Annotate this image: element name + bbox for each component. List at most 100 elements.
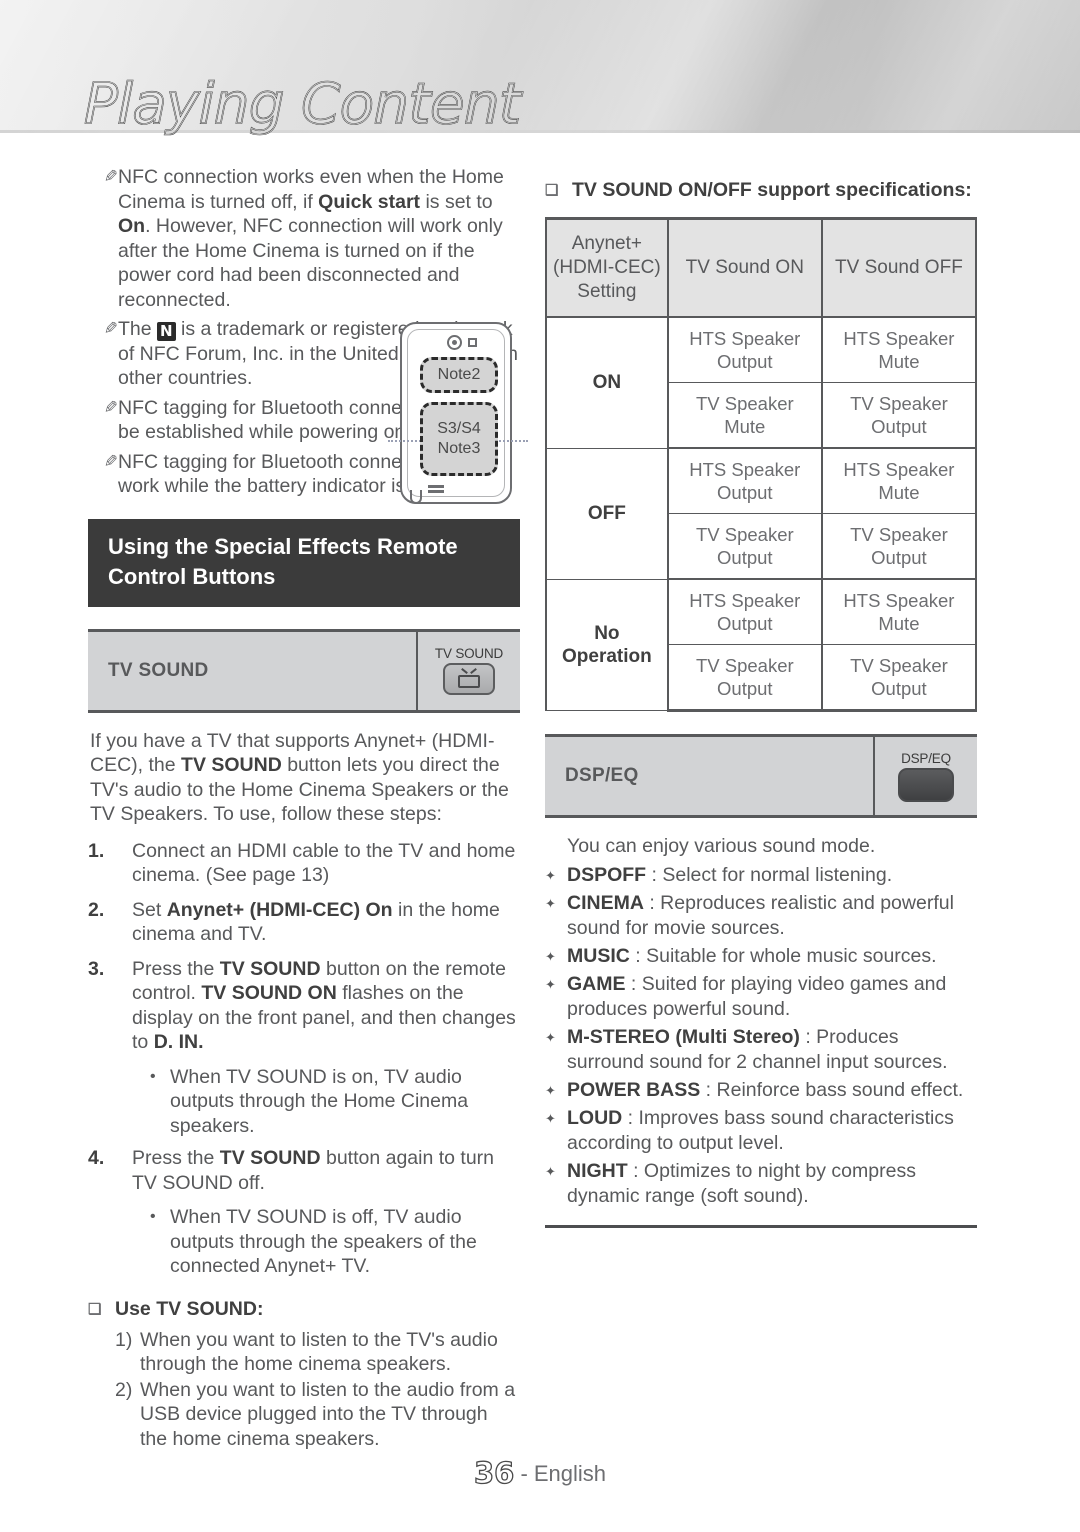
right-column: ❑ TV SOUND ON/OFF support specifications…	[545, 178, 978, 1228]
table-cell-tv-sound-off: HTS Speaker Mute	[820, 448, 978, 514]
nfc-tag-s3s4-label: S3/S4	[437, 420, 481, 437]
step-sub-text: When TV SOUND is off, TV audio outputs t…	[170, 1206, 477, 1277]
use-tv-sound-heading-text: Use TV SOUND:	[115, 1297, 264, 1320]
pencil-icon: ✎	[103, 397, 118, 417]
sound-mode-item: ✦ POWER BASS : Reinforce bass sound effec…	[545, 1078, 977, 1103]
section-heading: Using the Special Effects Remote Control…	[88, 518, 520, 607]
sound-mode-text: M-STEREO (Multi Stereo) : Produces surro…	[567, 1026, 948, 1073]
nfc-tag-area-s3s4: S3/S4 Note3	[420, 402, 498, 476]
step-item: 4. Press the TV SOUND button again to tur…	[88, 1146, 520, 1195]
step-number: 1.	[88, 839, 105, 862]
step-number: 2.	[88, 898, 105, 921]
step-sub-list: • When TV SOUND is on, TV audio outputs t…	[88, 1065, 520, 1139]
tv-sound-key-button[interactable]	[443, 663, 495, 695]
table-cell-tv-sound-off: HTS Speaker Mute	[820, 317, 978, 383]
sound-mode-item: ✦ MUSIC : Suitable for whole music source…	[545, 944, 977, 969]
col-header-anynet-setting: Anynet+ (HDMI-CEC) Setting	[545, 218, 669, 317]
page-title: Playing Content	[83, 71, 522, 138]
pencil-icon: ✎	[103, 451, 118, 471]
tv-sound-button-strip: TV SOUND TV SOUND	[88, 628, 520, 713]
tv-sound-steps: 1. Connect an HDMI cable to the TV and ho…	[88, 839, 520, 1279]
table-row-header: No Operation	[545, 579, 669, 711]
sound-mode-item: ✦ CINEMA : Reproduces realistic and power…	[545, 891, 977, 941]
step-sub-item: • When TV SOUND is on, TV audio outputs t…	[150, 1065, 520, 1139]
table-row-header: ON	[545, 317, 669, 449]
square-bullet-icon: ❑	[545, 182, 559, 199]
numbered-list-item: 1) When you want to listen to the TV's au…	[115, 1328, 520, 1377]
headphone-jack-icon	[410, 490, 422, 504]
numbered-list-item: 2) When you want to listen to the audio f…	[115, 1378, 520, 1452]
diamond-bullet-icon: ✦	[545, 1164, 556, 1179]
col-header-tv-sound-off: TV Sound OFF	[820, 218, 978, 317]
table-row: OFF HTS Speaker Output HTS Speaker Mute	[545, 448, 978, 580]
step-text: Press the TV SOUND button on the remote …	[132, 957, 516, 1054]
phone-nfc-diagram: Note2 S3/S4 Note3	[388, 322, 528, 504]
page-number: 36	[473, 1455, 515, 1490]
diamond-bullet-icon: ✦	[545, 977, 556, 992]
sound-mode-text: LOUD : Improves bass sound characteristi…	[567, 1107, 954, 1154]
use-tv-sound-list: 1) When you want to listen to the TV's au…	[88, 1328, 520, 1452]
nfc-tag-area-note2: Note2	[420, 357, 498, 393]
pencil-icon: ✎	[103, 319, 118, 338]
table-cell-tv-sound-off: TV Speaker Output	[820, 644, 978, 712]
table-cell-tv-sound-off: HTS Speaker Mute	[820, 579, 978, 645]
table-cell-tv-sound-on: TV Speaker Output	[666, 644, 823, 712]
bottom-divider	[545, 1225, 977, 1228]
list-number: 2)	[115, 1378, 133, 1401]
col-header-tv-sound-on: TV Sound ON	[666, 218, 823, 317]
dspeq-button-strip: DSP/EQ DSP/EQ	[545, 734, 977, 818]
diamond-bullet-icon: ✦	[545, 896, 556, 911]
table-cell-tv-sound-on: TV Speaker Output	[666, 513, 823, 580]
tv-sound-keycap: TV SOUND	[416, 631, 520, 710]
list-number: 1)	[115, 1328, 133, 1351]
sound-mode-item: ✦ GAME : Suited for playing video games a…	[545, 972, 977, 1022]
diamond-bullet-icon: ✦	[545, 1111, 556, 1126]
dspeq-mode-list: ✦ DSPOFF : Select for normal listening. ✦ C…	[545, 863, 977, 1209]
sound-mode-item: ✦ LOUD : Improves bass sound characterist…	[545, 1106, 977, 1156]
bullet-icon: •	[150, 1208, 156, 1225]
sound-mode-text: CINEMA : Reproduces realistic and powerf…	[567, 892, 954, 939]
step-text: Connect an HDMI cable to the TV and home…	[132, 839, 516, 887]
sound-mode-item: ✦ M-STEREO (Multi Stereo) : Produces surr…	[545, 1025, 977, 1075]
step-item: 2. Set Anynet+ (HDMI-CEC) On in the home …	[88, 898, 520, 947]
step-item: 1. Connect an HDMI cable to the TV and ho…	[88, 839, 520, 888]
spec-table-heading-text: TV SOUND ON/OFF support specifications:	[572, 179, 972, 201]
use-tv-sound-heading: ❑ Use TV SOUND:	[88, 1297, 520, 1322]
table-cell-tv-sound-on: HTS Speaker Output	[666, 579, 823, 645]
table-row: ON HTS Speaker Output HTS Speaker Mute	[545, 317, 978, 449]
step-text: Press the TV SOUND button again to turn …	[132, 1147, 495, 1194]
table-row-header: OFF	[545, 448, 669, 580]
step-item: 3. Press the TV SOUND button on the remot…	[88, 957, 520, 1055]
nfc-tag-note2-label: Note2	[437, 366, 481, 383]
dspeq-key-button[interactable]	[898, 767, 954, 802]
note-text: NFC connection works even when the Home …	[118, 166, 504, 311]
table-cell-tv-sound-on: HTS Speaker Output	[666, 448, 823, 514]
sound-mode-text: GAME : Suited for playing video games an…	[567, 973, 947, 1020]
diamond-bullet-icon: ✦	[545, 949, 556, 964]
step-number: 4.	[88, 1147, 105, 1169]
flash-icon	[468, 338, 477, 347]
note-item: ✎ NFC connection works even when the Home…	[88, 165, 520, 312]
camera-icon	[447, 335, 462, 350]
step-sub-list: • When TV SOUND is off, TV audio outputs …	[88, 1205, 520, 1279]
sound-mode-text: POWER BASS : Reinforce bass sound effect…	[567, 1079, 964, 1101]
sound-mode-item: ✦ NIGHT : Optimizes to night by compress …	[545, 1159, 977, 1209]
table-cell-tv-sound-on: HTS Speaker Output	[666, 317, 823, 383]
tv-sound-key-label: TV SOUND	[434, 646, 504, 661]
tv-sound-body-copy: If you have a TV that supports Anynet+ (…	[90, 729, 509, 826]
square-bullet-icon: ❑	[88, 1300, 102, 1318]
pencil-icon: ✎	[103, 167, 118, 186]
spec-table-body: ON HTS Speaker Output HTS Speaker Mute TV Spe…	[545, 317, 978, 712]
tv-sound-strip-label: TV SOUND	[108, 659, 209, 681]
dspeq-keycap: DSP/EQ	[873, 737, 977, 815]
tv-icon	[458, 667, 480, 688]
nfc-tag-note3-label: Note3	[437, 440, 481, 457]
sound-mode-text: NIGHT : Optimizes to night by compress d…	[567, 1160, 916, 1207]
step-sub-text: When TV SOUND is on, TV audio outputs th…	[170, 1065, 469, 1137]
bullet-icon: •	[150, 1067, 156, 1085]
tv-sound-spec-table: Anynet+ (HDMI-CEC) Setting TV Sound ON T…	[545, 217, 978, 712]
list-text: When you want to listen to the audio fro…	[140, 1378, 516, 1450]
step-sub-item: • When TV SOUND is off, TV audio outputs …	[150, 1205, 520, 1279]
sound-mode-item: ✦ DSPOFF : Select for normal listening.	[545, 863, 977, 888]
list-text: When you want to listen to the TV's audi…	[140, 1328, 498, 1376]
